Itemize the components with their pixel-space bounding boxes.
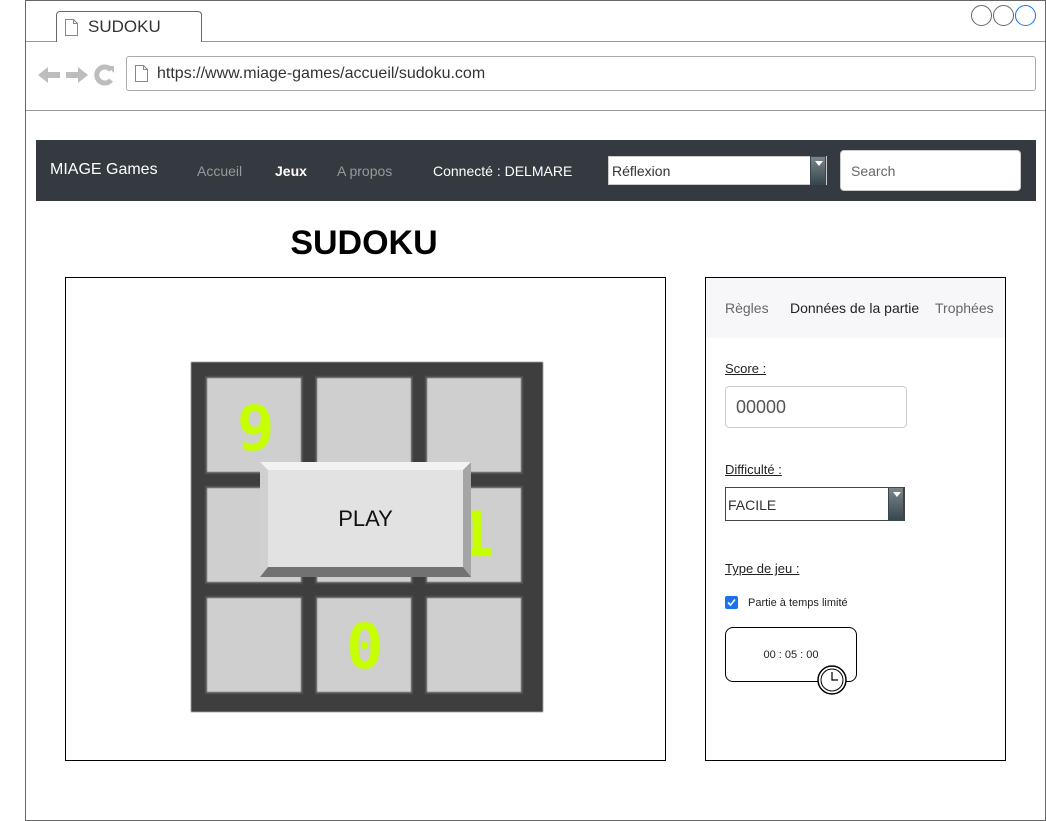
page-icon [135,65,148,82]
tab-trophees[interactable]: Trophées [935,300,994,316]
check-icon [727,598,736,607]
cell-digit: 9 [237,392,275,465]
nav-link-accueil[interactable]: Accueil [197,163,242,179]
url-text: https://www.miage-games/accueil/sudoku.c… [157,64,486,82]
sudoku-cell[interactable] [425,596,523,694]
score-field: 00000 [725,386,907,428]
timer-value: 00 : 05 : 00 [763,649,819,661]
back-arrow-icon[interactable] [37,65,61,85]
navbar: MIAGE Games Accueil Jeux A propos Connec… [36,140,1036,201]
close-button[interactable] [1015,5,1036,26]
category-select[interactable]: Réflexion [608,156,827,185]
sudoku-cell[interactable] [315,376,413,474]
sudoku-cell[interactable] [425,376,523,474]
tab-title: SUDOKU [88,17,161,36]
search-placeholder: Search [851,163,896,179]
nav-link-jeux[interactable]: Jeux [275,163,307,179]
tab-regles[interactable]: Règles [725,300,769,316]
game-type-label: Type de jeu : [725,561,800,576]
category-select-value: Réflexion [612,163,671,179]
difficulty-select[interactable]: FACILE [725,487,905,521]
brand-logo[interactable]: MIAGE Games [50,161,158,179]
dropdown-arrow-icon[interactable] [888,487,904,521]
timed-game-option[interactable]: Partie à temps limité [725,596,848,609]
search-input[interactable]: Search [840,150,1021,191]
nav-controls [37,64,115,86]
document-icon [65,18,78,36]
nav-link-a-propos[interactable]: A propos [337,163,392,179]
game-info-panel: Règles Données de la partie Trophées Sco… [705,277,1006,761]
maximize-button[interactable] [993,5,1014,26]
forward-arrow-icon[interactable] [65,65,89,85]
dropdown-arrow-icon[interactable] [810,156,826,185]
browser-tab[interactable]: SUDOKU [56,11,202,42]
timed-game-label: Partie à temps limité [748,596,848,609]
tab-donnees[interactable]: Données de la partie [790,300,919,316]
score-label: Score : [725,361,767,376]
connected-user: Connecté : DELMARE [433,163,573,179]
side-tabs: Règles Données de la partie Trophées [706,278,1005,338]
refresh-icon[interactable] [93,64,115,86]
play-button[interactable]: PLAY [260,462,471,577]
play-button-label: PLAY [338,505,393,531]
checkbox-checked-icon[interactable] [725,596,738,609]
game-panel: 9 1 0 PLAY [65,277,666,761]
sudoku-cell[interactable] [205,596,303,694]
difficulty-value: FACILE [728,497,777,513]
cell-digit: 0 [346,610,384,683]
url-field[interactable]: https://www.miage-games/accueil/sudoku.c… [126,56,1036,91]
page-title: SUDOKU [290,224,438,262]
score-value: 00000 [736,397,787,417]
difficulty-label: Difficulté : [725,462,782,477]
clock-icon [817,665,847,695]
minimize-button[interactable] [971,5,992,26]
